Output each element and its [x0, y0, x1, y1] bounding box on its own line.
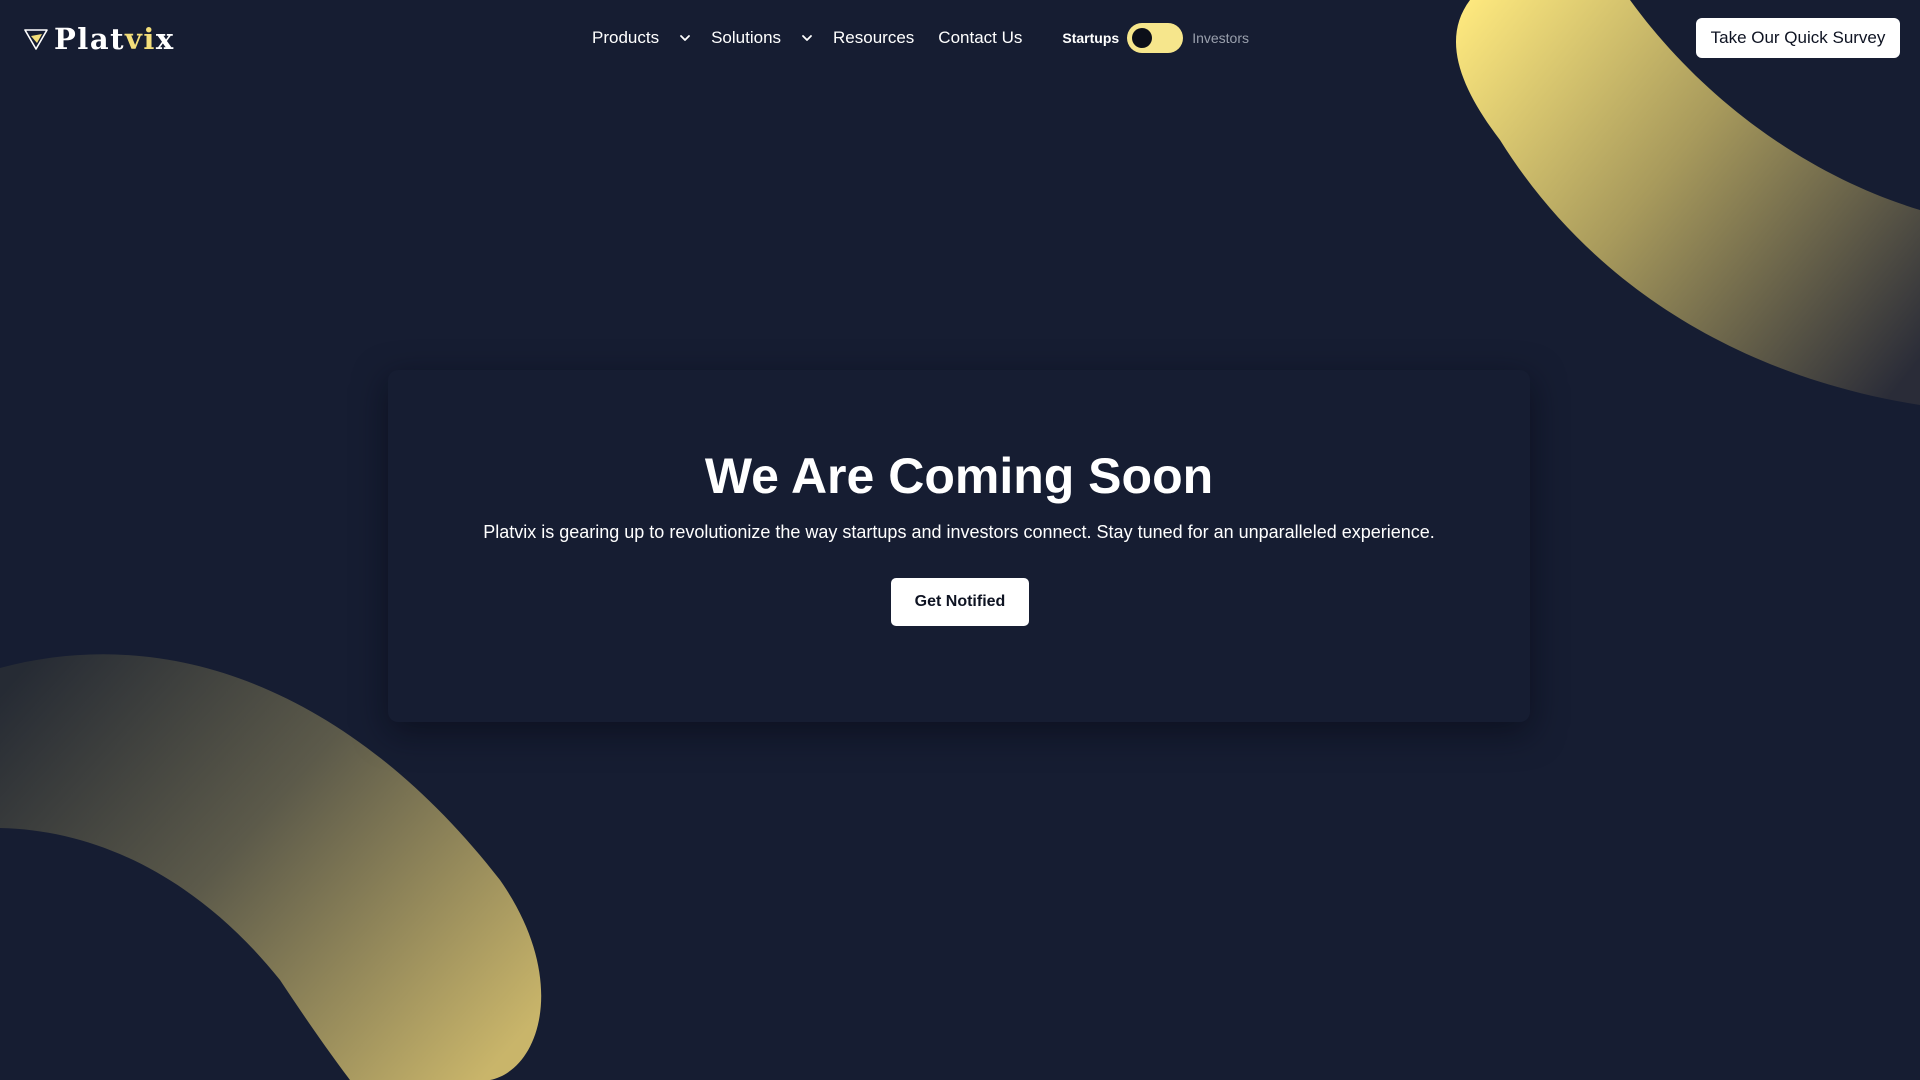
page: Platvix Products Solutions Resources Con… — [0, 0, 1920, 1080]
nav-item-resources[interactable]: Resources — [833, 24, 914, 52]
audience-toggle-switch[interactable] — [1127, 23, 1184, 53]
hero-card: We Are Coming Soon Platvix is gearing up… — [388, 370, 1530, 722]
get-notified-button[interactable]: Get Notified — [891, 578, 1029, 626]
nav-item-resources-label: Resources — [833, 28, 915, 47]
paper-plane-icon — [24, 29, 48, 50]
nav-item-solutions-label: Solutions — [711, 28, 782, 47]
take-survey-button[interactable]: Take Our Quick Survey — [1696, 18, 1900, 58]
nav-links: Products Solutions Resources Contact Us … — [592, 23, 1249, 53]
nav-item-contact-us-label: Contact Us — [938, 28, 1023, 47]
audience-toggle: Startups Investors — [1062, 23, 1249, 53]
brand-name: Platvix — [54, 22, 175, 56]
nav-item-products-label: Products — [592, 28, 660, 47]
toggle-knob — [1132, 28, 1153, 48]
nav-item-products[interactable]: Products — [592, 24, 692, 52]
nav-item-contact-us[interactable]: Contact Us — [938, 24, 1022, 52]
top-navigation-bar: Platvix Products Solutions Resources Con… — [0, 0, 1920, 76]
hero-subtitle: Platvix is gearing up to revolutionize t… — [483, 522, 1435, 542]
toggle-label-investors[interactable]: Investors — [1192, 30, 1249, 46]
hero-title: We Are Coming Soon — [704, 448, 1214, 504]
brand-logo[interactable]: Platvix — [24, 22, 175, 56]
toggle-label-startups[interactable]: Startups — [1062, 30, 1119, 46]
nav-item-solutions[interactable]: Solutions — [711, 24, 814, 52]
chevron-down-icon — [802, 35, 812, 41]
chevron-down-icon — [680, 35, 690, 41]
